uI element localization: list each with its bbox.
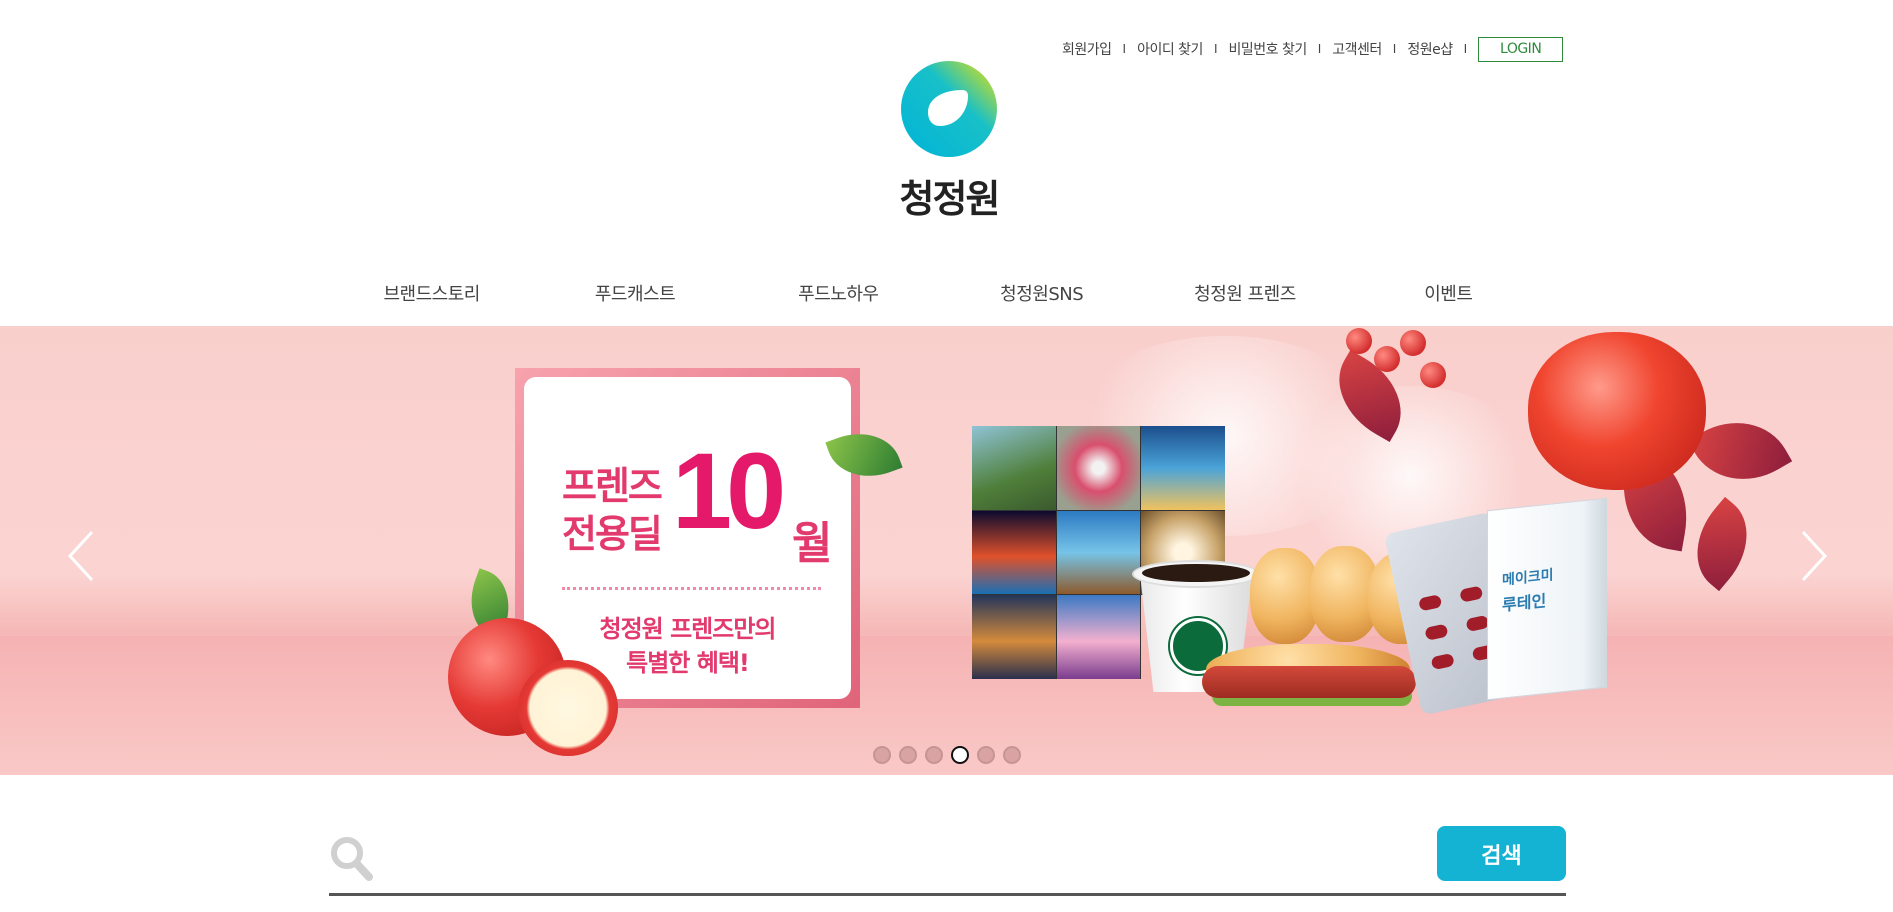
brand-logo[interactable]: 청정원 xyxy=(894,60,1004,221)
berry xyxy=(1346,328,1372,354)
apple-image xyxy=(1528,332,1706,490)
box-label: 루테인 xyxy=(1502,591,1547,615)
logo-mark-icon xyxy=(901,61,997,157)
search-input[interactable] xyxy=(391,837,1471,881)
eshop-link[interactable]: 정원e샵 xyxy=(1407,39,1453,59)
slider-dot[interactable] xyxy=(977,746,995,764)
chevron-right-icon xyxy=(1801,530,1828,582)
painting-tile xyxy=(1056,426,1141,510)
promo-card: 프렌즈 전용딜 10 월 청정원 프렌즈만의 특별한 혜택! xyxy=(515,368,860,708)
promo-divider xyxy=(562,587,821,590)
nav-item-friends[interactable]: 청정원 프렌즈 xyxy=(1143,280,1346,306)
painting-tile xyxy=(1056,595,1141,679)
cup-coffee xyxy=(1142,564,1250,582)
util-separator: I xyxy=(1463,42,1468,56)
pill xyxy=(1430,652,1455,671)
berry xyxy=(1420,362,1446,388)
promo-title-line2: 전용딜 xyxy=(562,512,663,556)
prev-slide-button[interactable] xyxy=(62,526,102,586)
utility-nav: 회원가입 I 아이디 찾기 I 비밀번호 찾기 I 고객센터 I 정원e샵 I … xyxy=(1062,36,1564,62)
nav-item-sns[interactable]: 청정원SNS xyxy=(940,280,1143,306)
slider-dot-active[interactable] xyxy=(951,746,969,764)
nav-item-event[interactable]: 이벤트 xyxy=(1347,280,1550,306)
find-id-link[interactable]: 아이디 찾기 xyxy=(1137,39,1203,59)
promo-month: 월 xyxy=(792,518,833,569)
painting-tile xyxy=(972,510,1056,595)
find-password-link[interactable]: 비밀번호 찾기 xyxy=(1228,39,1307,59)
chevron-left-icon xyxy=(67,530,94,582)
search-bar: 검색 xyxy=(329,825,1566,896)
login-button[interactable]: LOGIN xyxy=(1478,36,1564,62)
berry xyxy=(1400,330,1426,356)
util-separator: I xyxy=(1392,42,1397,56)
promo-title-line1: 프렌즈 xyxy=(562,464,663,508)
painting-tile xyxy=(1141,426,1225,510)
logo-wordmark: 청정원 xyxy=(899,177,1001,221)
berry xyxy=(1374,346,1400,372)
pill xyxy=(1418,594,1443,612)
nav-item-brand-story[interactable]: 브랜드스토리 xyxy=(330,280,533,306)
hero-banner[interactable]: 프렌즈 전용딜 10 월 청정원 프렌즈만의 특별한 혜택! 메이크미 루테인 xyxy=(0,326,1893,775)
painting-tile xyxy=(972,426,1056,510)
search-button[interactable]: 검색 xyxy=(1437,826,1566,881)
pill xyxy=(1424,623,1449,641)
sausage-image xyxy=(1202,666,1416,698)
nav-item-food-cast[interactable]: 푸드캐스트 xyxy=(533,280,736,306)
leaf-decoration xyxy=(1676,496,1768,592)
painting-tile xyxy=(972,595,1056,679)
next-slide-button[interactable] xyxy=(1793,526,1833,586)
customer-center-link[interactable]: 고객센터 xyxy=(1332,39,1382,59)
slider-dot[interactable] xyxy=(899,746,917,764)
util-separator: I xyxy=(1317,42,1322,56)
promo-subtitle-line1: 청정원 프렌즈만의 xyxy=(599,615,777,643)
apple-half-image xyxy=(518,660,618,756)
supplement-box-image: 메이크미 루테인 xyxy=(1487,497,1607,701)
signup-link[interactable]: 회원가입 xyxy=(1062,39,1112,59)
promo-card-inner: 프렌즈 전용딜 10 월 청정원 프렌즈만의 특별한 혜택! xyxy=(524,377,851,699)
pill xyxy=(1459,585,1484,603)
box-label: 메이크미 xyxy=(1502,567,1554,589)
util-separator: I xyxy=(1122,42,1127,56)
search-icon xyxy=(331,837,373,881)
util-separator: I xyxy=(1213,42,1218,56)
slider-dot[interactable] xyxy=(1003,746,1021,764)
pill xyxy=(1465,614,1490,633)
painting-tile xyxy=(1056,510,1141,595)
promo-big-number: 10 xyxy=(672,430,786,551)
main-nav: 브랜드스토리 푸드캐스트 푸드노하우 청정원SNS 청정원 프렌즈 이벤트 xyxy=(330,280,1550,306)
slider-pagination xyxy=(873,746,1021,764)
slider-dot[interactable] xyxy=(925,746,943,764)
slider-dot[interactable] xyxy=(873,746,891,764)
nav-item-food-knowhow[interactable]: 푸드노하우 xyxy=(737,280,940,306)
